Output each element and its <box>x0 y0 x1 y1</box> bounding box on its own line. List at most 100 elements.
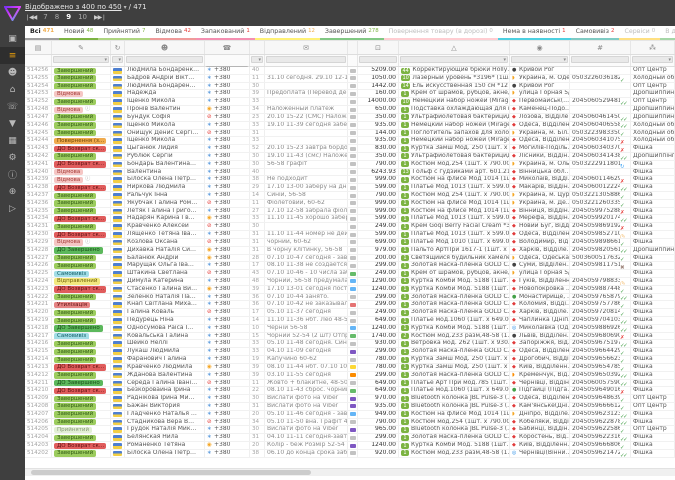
status-badge[interactable]: Завершений <box>54 310 96 316</box>
column-header-price[interactable]: ⊡ <box>358 41 399 54</box>
tracking-number[interactable]: 20450596486390 <box>572 395 620 402</box>
status-badge[interactable]: Завершений <box>54 403 96 409</box>
order-row-514237[interactable]: 514237ЗавершенийРальчук Інна∗+38014Синій… <box>25 192 675 200</box>
column-header-status[interactable]: ✎ <box>52 41 111 54</box>
status-badge[interactable]: Утилізація <box>54 302 90 308</box>
status-badge[interactable]: Завершений <box>54 357 96 363</box>
tracking-number[interactable]: 20450598205618 <box>572 247 620 254</box>
order-row-514203[interactable]: 514203ДО Возврат ск…Романенко Тетяна◉+38… <box>25 442 675 450</box>
status-badge[interactable]: ДО Возврат ск… <box>54 286 106 292</box>
tracking-number[interactable]: 20450598874486 <box>572 286 620 293</box>
status-badge[interactable]: Завершений <box>54 122 96 128</box>
first-page-icon[interactable]: ❘◀◀ <box>25 12 36 23</box>
tracking-number[interactable]: 20450596490166 <box>572 387 620 394</box>
status-badge[interactable]: ДО Возврат ск… <box>54 443 106 449</box>
tracking-number[interactable]: 20450596231233 <box>572 411 620 418</box>
status-badge[interactable]: ДО Возврат ск… <box>54 232 106 238</box>
tab-9[interactable]: Самовивіз2 <box>571 26 620 40</box>
tracking-number[interactable]: 20450596566235 <box>572 356 620 363</box>
column-header-phone[interactable]: ☎ <box>205 41 250 54</box>
tab-10[interactable]: Сервіси0 <box>619 26 660 40</box>
last-page-icon[interactable]: ▶▶❘ <box>94 12 105 23</box>
order-row-514221[interactable]: 514221УтилізаціяКнап Світлана Миха…∗+380… <box>25 301 675 309</box>
order-row-514214[interactable]: 514214ЗавершенийФаранович Галина∗+38019К… <box>25 356 675 364</box>
column-header-pay[interactable] <box>348 41 358 54</box>
status-badge[interactable]: Завершений <box>54 224 96 230</box>
status-badge[interactable]: Завершений <box>54 349 96 355</box>
tab-3[interactable]: Відмова42 <box>150 26 195 40</box>
status-badge[interactable]: Завершений <box>54 200 96 206</box>
filter-box-comment[interactable] <box>266 56 346 63</box>
tab-8[interactable]: Нема в наявності1 <box>498 26 571 40</box>
order-row-514210[interactable]: 514210ДО Возврат ск…Безкоровайна Ірина∗+… <box>25 387 675 395</box>
order-row-514213[interactable]: 514213ДО Возврат ск…Кравченко Людмила◉+3… <box>25 364 675 372</box>
tracking-number[interactable]: 0503223983350 <box>572 130 620 137</box>
pagination-summary[interactable]: Відображено з 400 по 450▾/ 471 <box>25 3 147 12</box>
order-row-514216[interactable]: 514216ЗавершенийШейко Неллі∗+3803305.10 … <box>25 340 675 348</box>
status-badge[interactable]: ДО Завершено <box>54 380 103 386</box>
tracking-number[interactable]: 20450598527102 <box>572 231 620 238</box>
filter-box-name[interactable] <box>126 56 203 63</box>
tracking-number[interactable]: 20450598117515 <box>572 262 620 269</box>
tracking-number[interactable]: 20450598986611 <box>572 239 620 246</box>
page-number-10[interactable]: 10 <box>78 12 87 23</box>
order-row-514206[interactable]: 514206ЗавершенийСтадникова Вера В…⊘+3803… <box>25 419 675 427</box>
status-badge[interactable]: Завершений <box>54 130 96 136</box>
tracking-number[interactable]: 0503221305886 <box>572 192 620 199</box>
tracking-number[interactable]: 20450600575905 <box>572 380 620 387</box>
status-badge[interactable]: Відправлений <box>54 278 100 284</box>
status-badge[interactable]: Завершений <box>54 396 96 402</box>
order-row-514234[interactable]: 514234ДО Возврат ск…Надарян Карина Гв…◉+… <box>25 215 675 223</box>
tracking-number[interactable]: 0503222911801 <box>572 161 620 168</box>
tracking-number[interactable]: 20450598869265 <box>572 325 620 332</box>
status-badge[interactable]: Завершений <box>54 435 96 441</box>
column-header-flag[interactable]: ↻ <box>111 41 125 54</box>
order-row-514230[interactable]: 514230ДО Возврат ск…Лященко Тетяна Іва…∗… <box>25 231 675 239</box>
tracking-number[interactable]: 20450596228781 <box>572 419 620 426</box>
tracking-number[interactable]: 20450597577864 <box>572 301 620 308</box>
status-badge[interactable]: Відмова <box>54 91 83 97</box>
status-badge[interactable]: ДО Возврат ск… <box>54 364 106 370</box>
tracking-number[interactable]: 20450598691927 <box>572 223 620 230</box>
tracking-number[interactable]: 20450597658792 <box>572 294 620 301</box>
status-badge[interactable]: ДО Возврат ск… <box>54 161 106 167</box>
scrollbar-thumb[interactable] <box>31 470 311 475</box>
status-badge[interactable]: Завершений <box>54 294 96 300</box>
status-badge[interactable]: Самовивіз <box>54 271 89 277</box>
status-badge[interactable]: Відмова <box>54 169 83 175</box>
column-header-ttn[interactable]: # <box>570 41 631 54</box>
status-badge[interactable]: Завершений <box>54 153 96 159</box>
order-row-514236[interactable]: 514236ЗавершенийЯкубчак Галина Ром…⊘+380… <box>25 200 675 208</box>
status-badge[interactable]: Завершений <box>54 83 96 89</box>
order-row-514235[interactable]: 514235ЗавершенийЛетяк Галина Григо…∗+380… <box>25 208 675 216</box>
column-header-product[interactable]: △ <box>399 41 510 54</box>
status-badge[interactable]: Завершений <box>54 255 96 261</box>
tracking-number[interactable]: 20450597041035 <box>572 317 620 324</box>
tracking-number[interactable]: 20450597208143 <box>572 309 620 316</box>
order-row-514223[interactable]: 514223ДО Возврат ск…Стасенко Галина Ви…◉… <box>25 286 675 294</box>
column-header-id[interactable]: ▤ <box>25 41 52 54</box>
status-badge[interactable]: Самовивіз <box>54 333 89 339</box>
order-row-514253[interactable]: 514253ВідмоваНадежда∗+38039Предоплата (П… <box>25 90 675 98</box>
sidebar-item-settings[interactable]: ⚙ <box>0 149 25 166</box>
tab-11[interactable]: В дорозі додому0 <box>660 26 675 40</box>
tab-7[interactable]: Повернення товару (в дорозі)0 <box>384 26 498 40</box>
status-badge[interactable]: Завершений <box>54 68 96 74</box>
filter-select-loc[interactable]: ▾ <box>511 56 568 63</box>
tracking-number[interactable]: 20450596751973 <box>572 340 620 347</box>
order-row-514217[interactable]: 514217СамовивізКовальська Галина∗+38015Ч… <box>25 333 675 341</box>
sidebar-item-calls[interactable]: ☏ <box>0 98 25 115</box>
order-row-514220[interactable]: 514220ЗавершенийГалина Коваль⊘+3801705.1… <box>25 309 675 317</box>
order-row-514247[interactable]: 514247ЗавершенийБундук Софія⊘+3802320.10… <box>25 114 675 122</box>
tracking-number[interactable]: 20450596644298 <box>572 348 620 355</box>
tracking-number[interactable]: 20450604614500 <box>572 114 620 121</box>
order-row-514202[interactable]: 514202ЗавершенийБілоска Олена Петр…∗+380… <box>25 450 675 458</box>
tracking-number[interactable]: 20450596547857 <box>572 364 620 371</box>
status-badge[interactable]: ДО Возврат ск… <box>54 216 106 222</box>
sidebar-item-statistics[interactable]: ▦ <box>0 132 25 149</box>
filter-select-flag[interactable]: ▾ <box>112 56 123 63</box>
order-row-514241[interactable]: 514241ДО Возврат ск…Бондарь Валентина…∗+… <box>25 161 675 169</box>
sidebar-item-info[interactable]: ⓘ <box>0 166 25 183</box>
tab-6[interactable]: Завершений278 <box>320 26 384 40</box>
status-badge[interactable]: ДО Возврат ск… <box>54 146 106 152</box>
